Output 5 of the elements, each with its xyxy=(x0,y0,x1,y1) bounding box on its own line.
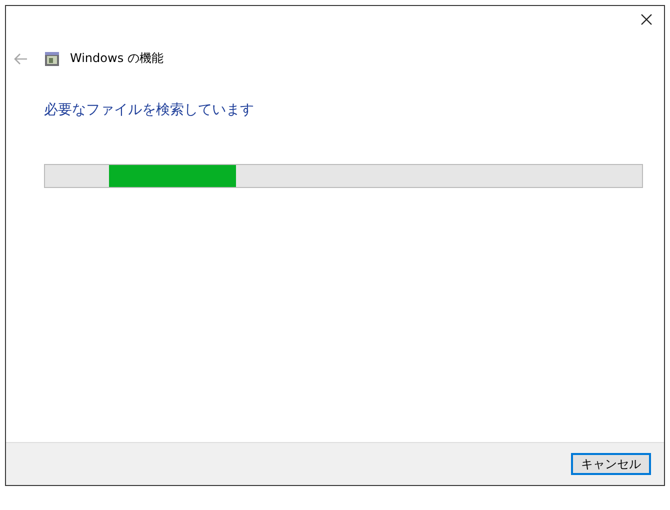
window-app-icon xyxy=(44,50,60,66)
window-title: Windows の機能 xyxy=(70,50,164,67)
close-icon[interactable] xyxy=(641,14,652,25)
cancel-button[interactable]: キャンセル xyxy=(571,453,651,475)
status-heading: 必要なファイルを検索しています xyxy=(43,101,255,119)
